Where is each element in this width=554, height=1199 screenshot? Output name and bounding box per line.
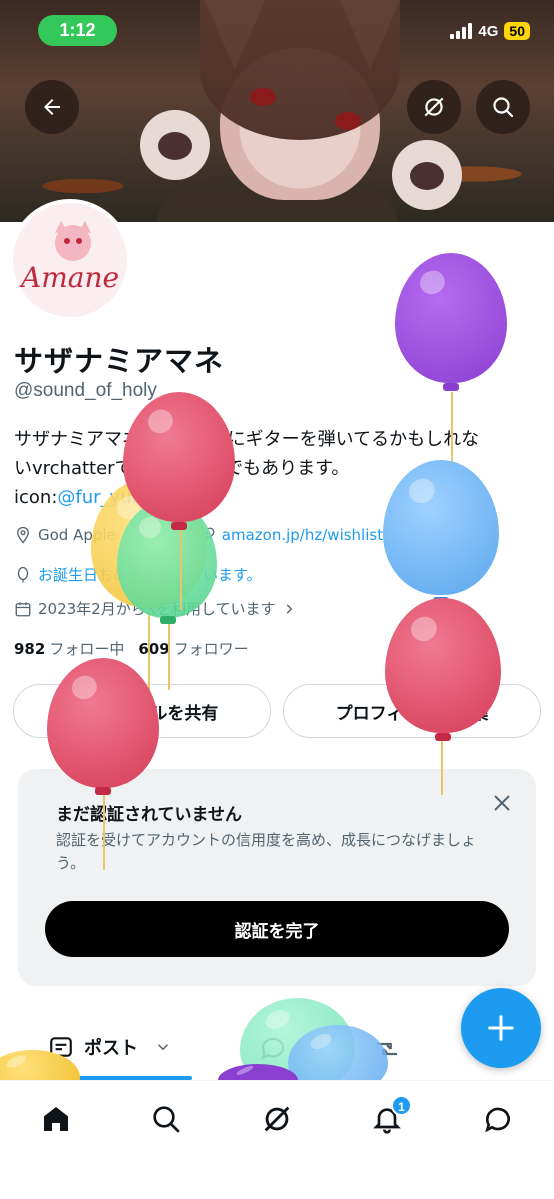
- balloon-string: [103, 795, 105, 870]
- search-icon: [153, 1106, 180, 1133]
- avatar-logo-text: Amane: [21, 261, 120, 294]
- following-stat[interactable]: 982 フォロー中: [14, 638, 124, 659]
- balloon-string: [451, 392, 453, 472]
- banner-eye: [335, 112, 361, 130]
- avatar[interactable]: Amane: [9, 199, 131, 321]
- close-button[interactable]: [490, 791, 514, 815]
- profile-meta-location-website: God Apple amazon.jp/hz/wishlist/ls...: [14, 526, 414, 544]
- signal-icon: [450, 23, 473, 39]
- balloon-knot: [171, 522, 187, 530]
- nav-grok[interactable]: [257, 1099, 297, 1139]
- follow-stats: 982 フォロー中 609 フォロワー: [14, 638, 249, 659]
- chevron-down-icon: [157, 1044, 169, 1051]
- verification-card: まだ認証されていません 認証を受けてアカウントの信用度を高め、成長につなげましょ…: [18, 769, 536, 986]
- bio-icon-label: icon:: [14, 487, 58, 508]
- followers-count: 609: [138, 640, 170, 658]
- arrow-left-icon: [44, 99, 60, 115]
- grok-button[interactable]: [407, 80, 461, 134]
- message-icon: [485, 1107, 510, 1133]
- verification-description: 認証を受けてアカウントの信用度を高め、成長につなげましょう。: [56, 831, 477, 872]
- nav-notifications[interactable]: 1: [367, 1095, 412, 1139]
- plus-icon: [488, 1015, 514, 1041]
- banner-hair: [200, 0, 400, 140]
- followers-stat[interactable]: 609 フォロワー: [138, 638, 248, 659]
- banner-paw: [392, 140, 462, 210]
- back-button[interactable]: [25, 80, 79, 134]
- close-icon: [494, 795, 510, 811]
- nav-search[interactable]: [146, 1099, 186, 1139]
- display-name: サザナミアマネ: [14, 344, 225, 378]
- following-label: フォロー中: [49, 640, 125, 658]
- battery-indicator: 50: [504, 22, 530, 40]
- balloon-string: [180, 530, 182, 610]
- search-icon: [493, 97, 514, 118]
- notification-badge: 1: [391, 1095, 412, 1116]
- avatar-image: Amane: [13, 203, 127, 317]
- nav-home[interactable]: [36, 1099, 76, 1139]
- tab-posts[interactable]: ポスト: [48, 1034, 172, 1060]
- red-balloon: [47, 658, 159, 788]
- bio-line: サザナミアマネです。たまにギターを弾いてるかもしれな: [14, 429, 480, 450]
- balloon-knot: [95, 787, 111, 795]
- compose-post-button[interactable]: [461, 988, 541, 1068]
- search-button[interactable]: [476, 80, 530, 134]
- blue-balloon: [383, 460, 499, 595]
- home-icon: [44, 1107, 68, 1131]
- balloon-icon: [17, 566, 29, 582]
- followers-label: フォロワー: [173, 640, 249, 658]
- tab-post-label: ポスト: [84, 1038, 138, 1059]
- username: @sound_of_holy: [14, 380, 157, 401]
- calendar-icon: [15, 601, 31, 616]
- balloon-string: [168, 620, 170, 690]
- balloon-knot: [435, 733, 451, 741]
- balloon-knot: [443, 383, 459, 391]
- network-type: 4G: [478, 22, 499, 40]
- bottom-navigation: 1: [0, 1080, 554, 1199]
- red-balloon: [123, 392, 235, 522]
- complete-verification-button[interactable]: 認証を完了: [45, 901, 509, 957]
- verification-title: まだ認証されていません: [56, 805, 242, 825]
- following-count: 982: [14, 640, 46, 658]
- grok-icon: [424, 97, 444, 117]
- purple-balloon: [395, 253, 507, 383]
- chevron-right-icon: [286, 603, 292, 614]
- banner-paw: [140, 110, 210, 180]
- banner-eye: [250, 88, 276, 106]
- status-time: 1:12: [38, 15, 117, 46]
- status-indicators: 4G 50: [450, 22, 530, 40]
- location-pin-icon: [17, 526, 29, 544]
- grok-icon: [264, 1106, 290, 1132]
- balloon-knot: [160, 616, 176, 624]
- nav-messages[interactable]: [478, 1099, 518, 1139]
- red-balloon: [385, 598, 501, 733]
